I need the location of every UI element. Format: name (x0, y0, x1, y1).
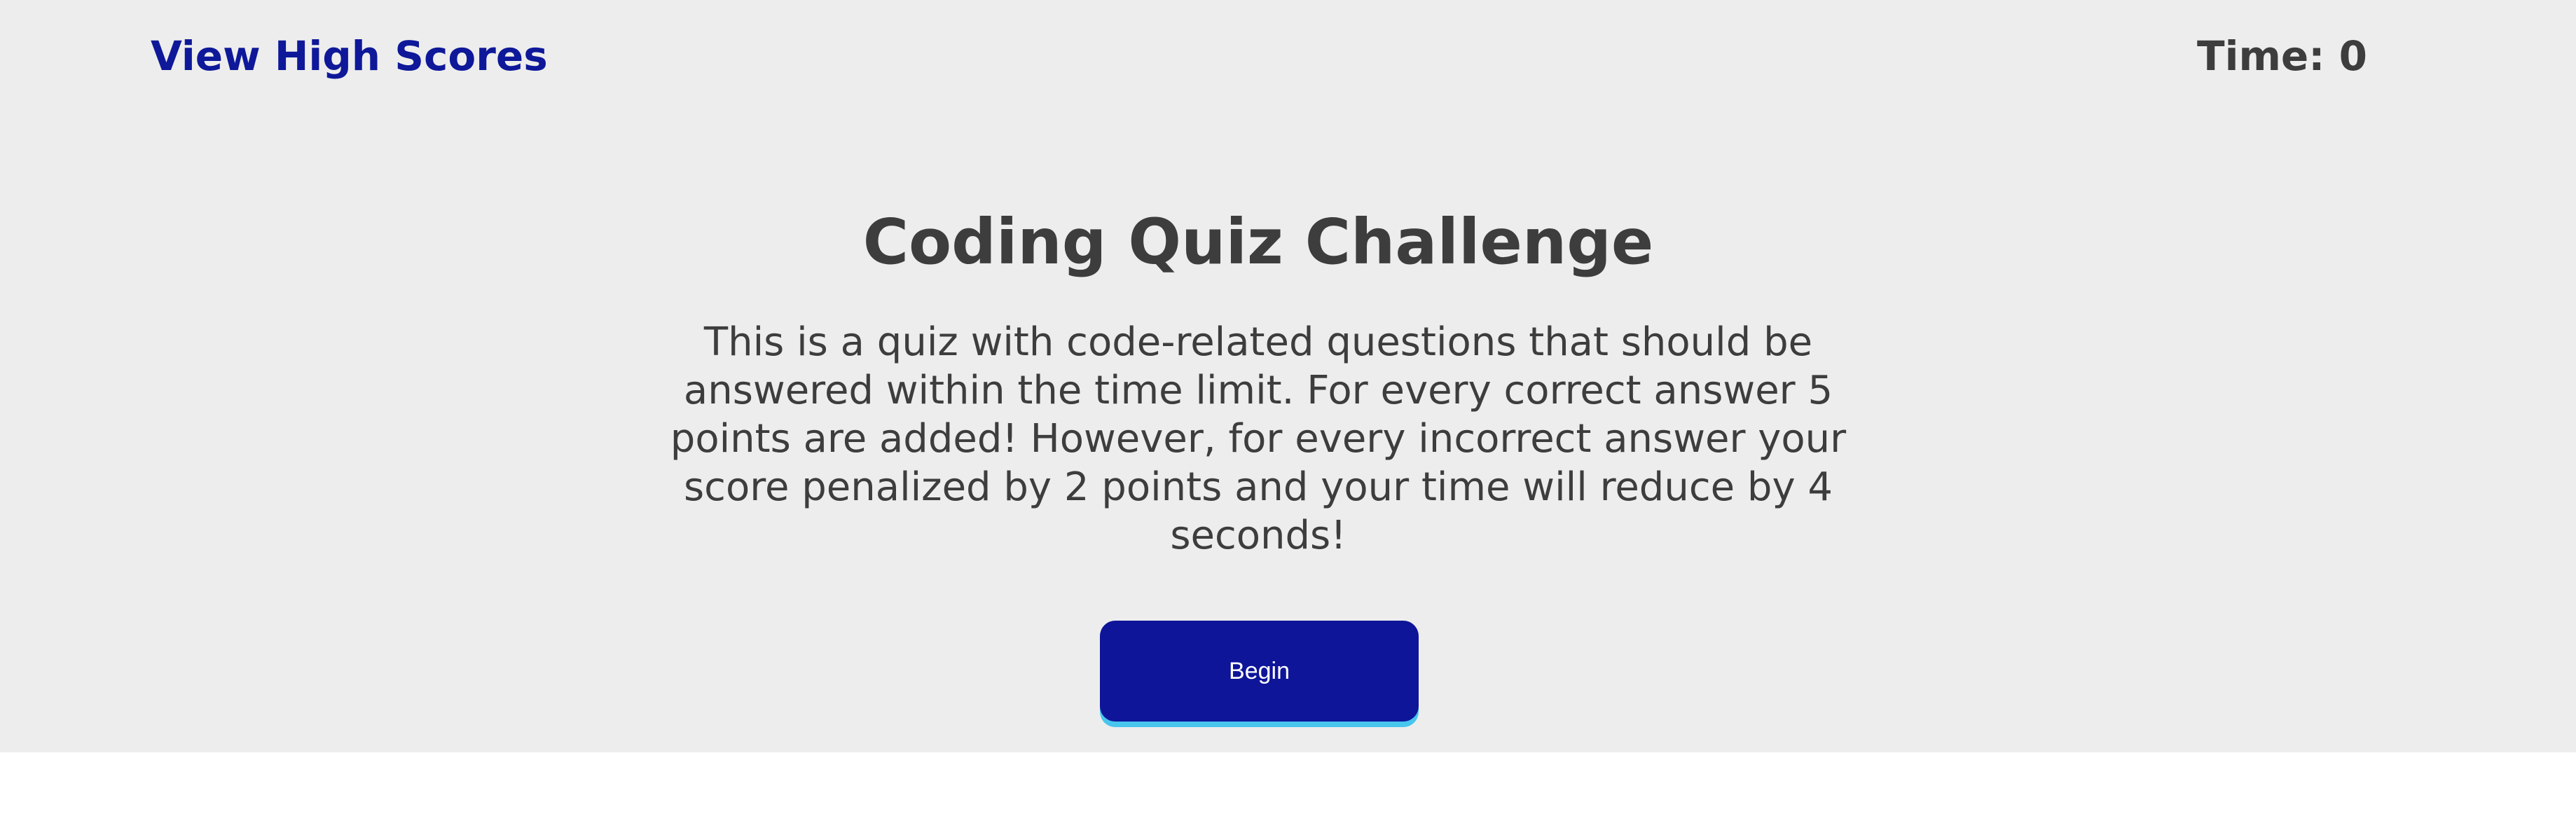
view-high-scores-link[interactable]: View High Scores (151, 27, 548, 85)
quiz-panel: View High Scores Time: 0 Coding Quiz Cha… (0, 0, 2576, 752)
begin-button[interactable]: Begin (1100, 621, 1419, 722)
page-title: Coding Quiz Challenge (862, 205, 1654, 278)
timer-value: 0 (2339, 32, 2367, 80)
timer: Time: 0 (2197, 27, 2367, 85)
quiz-description: This is a quiz with code-related questio… (670, 319, 1847, 558)
timer-label: Time: (2197, 32, 2325, 80)
